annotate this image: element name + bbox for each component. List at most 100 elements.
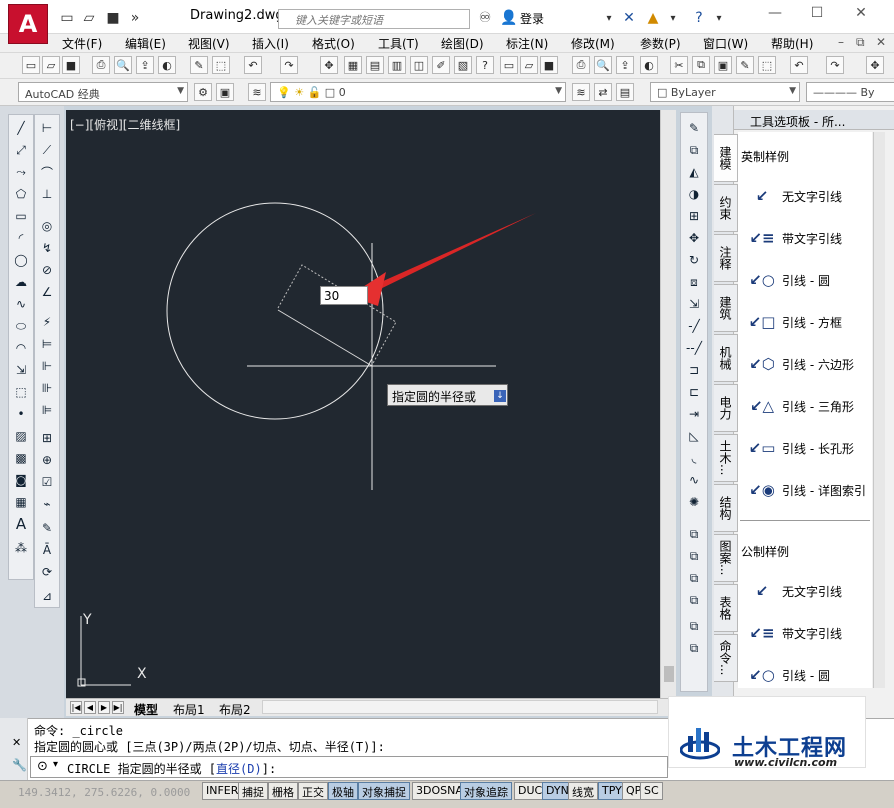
palette-tab-mechanical[interactable]: 机械 xyxy=(714,334,738,382)
block-icon[interactable]: ⬚ xyxy=(758,56,776,74)
dim-style-icon[interactable]: ⊿ xyxy=(38,587,56,605)
command-prompt-icon[interactable]: ⊙ xyxy=(37,759,48,774)
help-small-icon[interactable]: ? xyxy=(476,56,494,74)
open-icon-2[interactable]: ▱ xyxy=(520,56,538,74)
palette-item-leader-box[interactable]: ↙□ 引线 - 方框 xyxy=(746,310,872,334)
offset-icon[interactable]: ◑ xyxy=(685,185,703,203)
design-center-icon[interactable]: ▤ xyxy=(366,56,384,74)
menu-window[interactable]: 窗口(W) xyxy=(703,35,748,52)
stretch-icon[interactable]: ⇲ xyxy=(685,295,703,313)
color-select[interactable]: □ ByLayer ▼ xyxy=(650,82,800,102)
status-otrack[interactable]: 对象追踪 xyxy=(460,782,512,800)
layer-state-icon[interactable]: ▤ xyxy=(616,83,634,101)
baseline-dim-icon[interactable]: ⊨ xyxy=(38,335,56,353)
palette-item-leader-hexagon[interactable]: ↙⬡ 引线 - 六边形 xyxy=(746,352,872,376)
palette-item-metric-leader-circle[interactable]: ↙○ 引线 - 圆 xyxy=(746,663,872,687)
draworder-above-icon[interactable]: ⧉ xyxy=(685,569,703,587)
make-block-icon[interactable]: ⬚ xyxy=(12,383,30,401)
plot-preview-icon-2[interactable]: 🔍 xyxy=(594,56,612,74)
dim-text-edit-icon[interactable]: Ā xyxy=(38,541,56,559)
draworder-under-icon[interactable]: ⧉ xyxy=(685,591,703,609)
palette-item-leader-detail[interactable]: ↙◉ 引线 - 详图索引 xyxy=(746,478,872,502)
help-icon[interactable]: ? xyxy=(690,9,708,27)
next-tab-icon[interactable]: ▶ xyxy=(98,701,110,714)
first-tab-icon[interactable]: |◀ xyxy=(70,701,82,714)
tab-model[interactable]: 模型 xyxy=(134,701,158,718)
pan-icon[interactable]: ✥ xyxy=(320,56,338,74)
palette-tab-civil[interactable]: 土木... xyxy=(714,434,738,482)
ellipse-arc-icon[interactable]: ◠ xyxy=(12,339,30,357)
arc-icon[interactable]: ◜ xyxy=(12,229,30,247)
status-polar[interactable]: 极轴 xyxy=(328,782,358,800)
scroll-thumb[interactable] xyxy=(664,666,674,682)
doc-close-icon[interactable]: ✕ xyxy=(876,35,886,49)
status-osnap[interactable]: 对象捕捉 xyxy=(358,782,410,800)
undo-icon-2[interactable]: ↶ xyxy=(790,56,808,74)
markup-icon[interactable]: ✐ xyxy=(432,56,450,74)
polygon-icon[interactable]: ⬠ xyxy=(12,185,30,203)
minimize-button[interactable]: — xyxy=(760,5,790,25)
arc-length-icon[interactable]: ⌒ xyxy=(38,163,56,181)
extend-icon[interactable]: --╱ xyxy=(685,339,703,357)
status-ortho[interactable]: 正交 xyxy=(298,782,328,800)
help-search-input[interactable]: 键入关键字或短语 xyxy=(278,9,470,29)
calculator-icon[interactable]: ▧ xyxy=(454,56,472,74)
layer-previous-icon[interactable]: ⇄ xyxy=(594,83,612,101)
properties-icon[interactable]: ▦ xyxy=(344,56,362,74)
rectangle-icon[interactable]: ▭ xyxy=(12,207,30,225)
explode-icon[interactable]: ✺ xyxy=(685,493,703,511)
redo-icon[interactable]: ↷ xyxy=(280,56,298,74)
command-window-handle[interactable]: ✕ 🔧 xyxy=(0,718,28,780)
undo-icon[interactable]: ↶ xyxy=(244,56,262,74)
exchange-icon[interactable]: ✕ xyxy=(620,9,638,27)
palette-item-leader-no-text[interactable]: ↙ 无文字引线 xyxy=(746,184,872,208)
draworder-front-icon[interactable]: ⧉ xyxy=(685,525,703,543)
fillet-icon[interactable]: ◟ xyxy=(685,449,703,467)
publish-icon[interactable]: ⇪ xyxy=(136,56,154,74)
coordinate-readout[interactable]: 149.3412, 275.6226, 0.0000 xyxy=(18,786,190,799)
palette-tab-tables[interactable]: 表格 xyxy=(714,584,738,632)
array-icon[interactable]: ⊞ xyxy=(685,207,703,225)
stay-connected-icon[interactable]: ▲ xyxy=(644,9,662,27)
gradient-icon[interactable]: ▩ xyxy=(12,449,30,467)
line-icon[interactable]: ╱ xyxy=(12,119,30,137)
status-lineweight[interactable]: 线宽 xyxy=(568,782,598,800)
make-layer-current-icon[interactable]: ≋ xyxy=(572,83,590,101)
palette-item-leader-with-text[interactable]: ↙≡ 带文字引线 xyxy=(746,226,872,250)
continue-dim-icon[interactable]: ⊩ xyxy=(38,357,56,375)
user-icon[interactable]: 👤 xyxy=(500,9,518,27)
jogged-linear-icon[interactable]: ⌁ xyxy=(38,495,56,513)
inspection-icon[interactable]: ☑ xyxy=(38,473,56,491)
angular-dim-icon[interactable]: ∠ xyxy=(38,283,56,301)
help-dropdown-icon[interactable]: ▾ xyxy=(710,9,728,27)
scale-icon[interactable]: ⧈ xyxy=(685,273,703,291)
new-icon[interactable]: ▭ xyxy=(22,56,40,74)
doc-restore-icon[interactable]: ⧉ xyxy=(856,35,865,50)
login-dropdown-icon[interactable]: ▾ xyxy=(600,9,618,27)
quick-access-more-icon[interactable]: » xyxy=(126,9,144,27)
palette-item-leader-circle[interactable]: ↙○ 引线 - 圆 xyxy=(746,268,872,292)
customize-command-icon[interactable]: 🔧 xyxy=(12,758,27,772)
save-icon[interactable]: ■ xyxy=(104,9,122,27)
maximize-button[interactable]: ☐ xyxy=(802,5,832,25)
palette-tab-annotation[interactable]: 注释 xyxy=(714,234,738,282)
open-icon[interactable]: ▱ xyxy=(42,56,60,74)
doc-minimize-icon[interactable]: – xyxy=(838,35,844,49)
prev-tab-icon[interactable]: ◀ xyxy=(84,701,96,714)
radius-dim-icon[interactable]: ◎ xyxy=(38,217,56,235)
polyline-icon[interactable]: ⤳ xyxy=(12,163,30,181)
match-properties-icon[interactable]: ✎ xyxy=(190,56,208,74)
redo-icon-2[interactable]: ↷ xyxy=(826,56,844,74)
close-window-button[interactable]: ✕ xyxy=(846,5,876,25)
text-to-front-icon[interactable]: ⧉ xyxy=(685,617,703,635)
status-infer[interactable]: INFER xyxy=(202,782,243,800)
plot-icon-2[interactable]: ⎙ xyxy=(572,56,590,74)
palette-title[interactable]: 工具选项板 - 所... xyxy=(734,110,894,130)
dim-space-icon[interactable]: ⊪ xyxy=(38,379,56,397)
prompt-option-diameter[interactable]: 直径(D) xyxy=(216,762,262,776)
quick-dim-icon[interactable]: ⚡ xyxy=(38,313,56,331)
connect-dropdown-icon[interactable]: ▾ xyxy=(664,9,682,27)
menu-view[interactable]: 视图(V) xyxy=(188,35,230,52)
vertical-scrollbar[interactable] xyxy=(660,110,676,698)
save-icon-2[interactable]: ■ xyxy=(540,56,558,74)
